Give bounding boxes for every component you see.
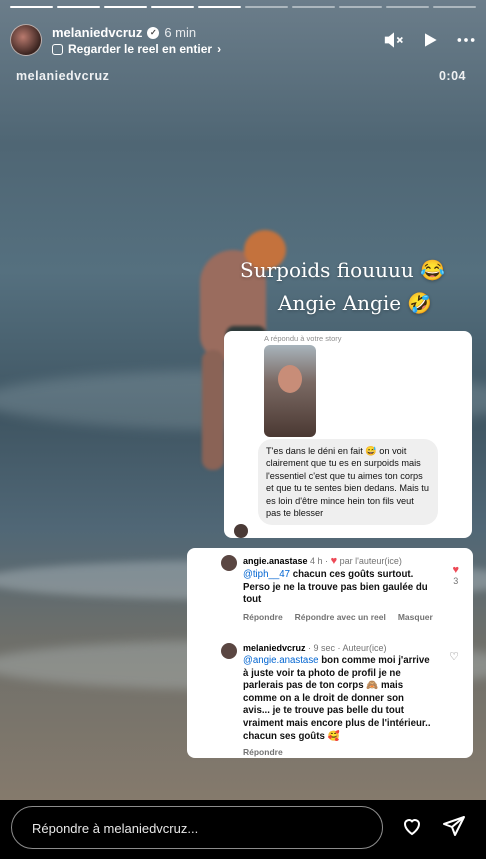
comment-actions: Répondre — [243, 747, 283, 757]
comment-body: bon comme moi j'arrive à juste voir ta p… — [243, 655, 431, 742]
like-column: ♥ 3 — [452, 564, 459, 586]
progress-segment — [198, 6, 241, 8]
heart-icon[interactable] — [400, 814, 424, 838]
dm-message: T'es dans le déni en fait 😅 on voit clai… — [258, 439, 438, 526]
story-caption-2: Angie Angie 🤣 — [278, 291, 433, 315]
reply-with-reel-button[interactable]: Répondre avec un reel — [295, 612, 386, 622]
comment-mention: @angie.anastase — [243, 655, 319, 666]
comment-mention: @tiph__47 — [243, 569, 291, 580]
progress-segment — [10, 6, 53, 8]
like-heart-icon[interactable]: ♥ — [452, 564, 459, 576]
reply-input[interactable]: Répondre à melaniedvcruz... — [11, 806, 383, 849]
send-icon[interactable] — [442, 814, 466, 838]
reel-link-label: Regarder le reel en entier — [68, 42, 213, 56]
avatar — [221, 643, 237, 659]
comment-header: melaniedvcruz · 9 sec · Auteur(ice) — [243, 643, 387, 653]
progress-segment — [339, 6, 382, 8]
comment-actions: Répondre Répondre avec un reel Masquer — [243, 612, 433, 622]
story-progress — [10, 6, 476, 8]
reply-button[interactable]: Répondre — [243, 747, 283, 757]
play-icon[interactable] — [420, 30, 440, 50]
progress-segment — [292, 6, 335, 8]
comments-screenshot: angie.anastase 4 h · ♥ par l'auteur(ice)… — [187, 548, 473, 758]
avatar — [221, 555, 237, 571]
dm-screenshot: A répondu à votre story T'es dans le dén… — [224, 331, 472, 538]
story-header: melaniedvcruz ✓ 6 min Regarder le reel e… — [10, 24, 476, 64]
story-time: 6 min — [164, 25, 197, 40]
progress-segment — [57, 6, 100, 8]
avatar — [234, 524, 248, 538]
verified-badge-icon: ✓ — [147, 26, 160, 39]
comment-username: angie.anastase — [243, 556, 308, 566]
reply-placeholder: Répondre à melaniedvcruz... — [32, 821, 199, 836]
more-icon[interactable] — [456, 30, 476, 50]
like-heart-outline-icon[interactable]: ♡ — [449, 650, 459, 663]
comment-text: @tiph__47 chacun ces goûts surtout. Pers… — [243, 569, 433, 607]
mute-icon[interactable] — [384, 30, 404, 50]
comment-text: @angie.anastase bon comme moi j'arrive à… — [243, 655, 433, 743]
progress-segment — [104, 6, 147, 8]
dm-replied-label: A répondu à votre story — [264, 334, 342, 343]
comment-meta: 4 h · — [307, 556, 331, 566]
overlay-timer: 0:04 — [438, 69, 466, 83]
like-count: 3 — [453, 576, 459, 586]
progress-segment — [433, 6, 476, 8]
chevron-right-icon: › — [217, 42, 222, 56]
comment-header: angie.anastase 4 h · ♥ par l'auteur(ice) — [243, 555, 402, 567]
progress-segment — [151, 6, 194, 8]
story-username[interactable]: melaniedvcruz — [52, 25, 142, 40]
like-column: ♡ — [449, 650, 459, 663]
progress-segment — [245, 6, 288, 8]
liked-by-author: par l'auteur(ice) — [339, 556, 402, 566]
hide-button[interactable]: Masquer — [398, 612, 433, 622]
comment-meta: · 9 sec · Auteur(ice) — [305, 643, 387, 653]
story-caption-1: Surpoids fiouuuu 😂 — [240, 258, 445, 282]
reel-icon — [52, 43, 63, 55]
overlay-username: melaniedvcruz — [16, 69, 110, 83]
progress-segment — [386, 6, 429, 8]
heart-icon: ♥ — [330, 555, 338, 567]
reply-button[interactable]: Répondre — [243, 612, 283, 622]
comment-username: melaniedvcruz — [243, 643, 306, 653]
dm-story-thumbnail — [264, 345, 316, 437]
avatar[interactable] — [10, 24, 42, 56]
watch-full-reel-link[interactable]: Regarder le reel en entier › — [52, 42, 221, 56]
